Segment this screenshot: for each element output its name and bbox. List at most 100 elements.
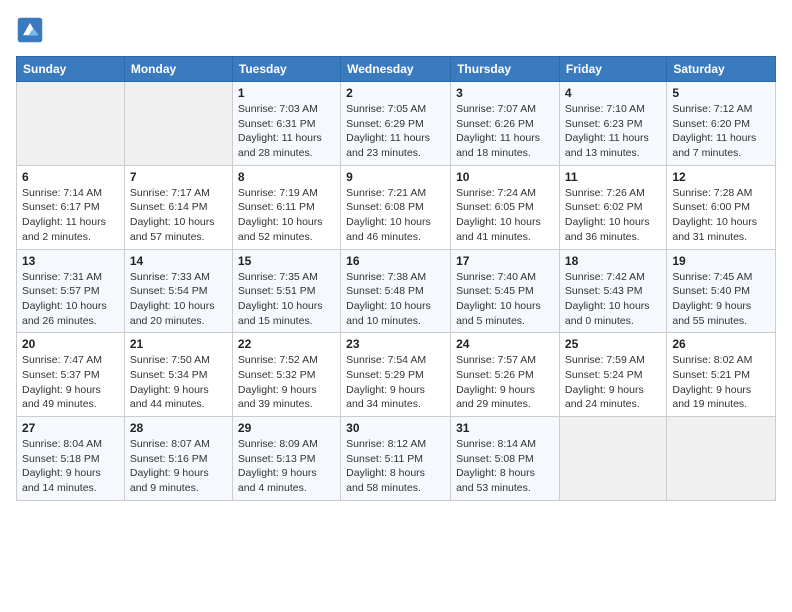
day-number: 30 [346,421,445,435]
day-number: 18 [565,254,661,268]
day-info: Sunrise: 7:54 AMSunset: 5:29 PMDaylight:… [346,353,445,412]
day-info: Sunrise: 7:59 AMSunset: 5:24 PMDaylight:… [565,353,661,412]
day-info: Sunrise: 7:38 AMSunset: 5:48 PMDaylight:… [346,270,445,329]
day-number: 14 [130,254,227,268]
day-cell: 21Sunrise: 7:50 AMSunset: 5:34 PMDayligh… [124,333,232,417]
day-number: 28 [130,421,227,435]
day-number: 31 [456,421,554,435]
day-info: Sunrise: 7:07 AMSunset: 6:26 PMDaylight:… [456,102,554,161]
day-cell: 24 Sunrise: 7:57 AMSunset: 5:26 PMDayligh… [451,333,560,417]
day-cell [124,82,232,166]
day-number: 10 [456,170,554,184]
day-cell: 28 Sunrise: 8:07 AMSunset: 5:16 PMDayligh… [124,417,232,501]
day-info: Sunrise: 7:10 AMSunset: 6:23 PMDaylight:… [565,102,661,161]
col-header-friday: Friday [559,57,666,82]
day-cell: 14 Sunrise: 7:33 AMSunset: 5:54 PMDayligh… [124,249,232,333]
day-cell [559,417,666,501]
day-cell [667,417,776,501]
week-row-1: 1 Sunrise: 7:03 AMSunset: 6:31 PMDaylight… [17,82,776,166]
day-number: 22 [238,337,335,351]
day-info: Sunrise: 8:04 AMSunset: 5:18 PMDaylight:… [22,437,119,496]
day-cell: 1 Sunrise: 7:03 AMSunset: 6:31 PMDaylight… [232,82,340,166]
day-cell: 12Sunrise: 7:28 AMSunset: 6:00 PMDayligh… [667,165,776,249]
day-cell: 19 Sunrise: 7:45 AMSunset: 5:40 PMDayligh… [667,249,776,333]
day-info: Sunrise: 7:19 AMSunset: 6:11 PMDaylight:… [238,186,335,245]
day-number: 11 [565,170,661,184]
day-number: 2 [346,86,445,100]
day-cell: 11 Sunrise: 7:26 AMSunset: 6:02 PMDayligh… [559,165,666,249]
day-cell: 10Sunrise: 7:24 AMSunset: 6:05 PMDayligh… [451,165,560,249]
calendar-body: 1 Sunrise: 7:03 AMSunset: 6:31 PMDaylight… [17,82,776,501]
day-cell: 20 Sunrise: 7:47 AMSunset: 5:37 PMDayligh… [17,333,125,417]
day-info: Sunrise: 7:40 AMSunset: 5:45 PMDaylight:… [456,270,554,329]
day-cell: 27 Sunrise: 8:04 AMSunset: 5:18 PMDayligh… [17,417,125,501]
day-info: Sunrise: 7:31 AMSunset: 5:57 PMDaylight:… [22,270,119,329]
col-header-saturday: Saturday [667,57,776,82]
day-info: Sunrise: 7:14 AMSunset: 6:17 PMDaylight:… [22,186,119,245]
col-header-monday: Monday [124,57,232,82]
day-number: 17 [456,254,554,268]
day-info: Sunrise: 7:52 AMSunset: 5:32 PMDaylight:… [238,353,335,412]
day-info: Sunrise: 7:17 AMSunset: 6:14 PMDaylight:… [130,186,227,245]
day-info: Sunrise: 8:07 AMSunset: 5:16 PMDaylight:… [130,437,227,496]
day-number: 16 [346,254,445,268]
week-row-5: 27 Sunrise: 8:04 AMSunset: 5:18 PMDayligh… [17,417,776,501]
day-info: Sunrise: 7:26 AMSunset: 6:02 PMDaylight:… [565,186,661,245]
day-info: Sunrise: 7:03 AMSunset: 6:31 PMDaylight:… [238,102,335,161]
day-info: Sunrise: 7:12 AMSunset: 6:20 PMDaylight:… [672,102,770,161]
day-number: 13 [22,254,119,268]
col-header-tuesday: Tuesday [232,57,340,82]
day-number: 7 [130,170,227,184]
day-info: Sunrise: 7:50 AMSunset: 5:34 PMDaylight:… [130,353,227,412]
day-cell: 8 Sunrise: 7:19 AMSunset: 6:11 PMDaylight… [232,165,340,249]
day-number: 3 [456,86,554,100]
day-info: Sunrise: 7:45 AMSunset: 5:40 PMDaylight:… [672,270,770,329]
day-number: 4 [565,86,661,100]
calendar-header: SundayMondayTuesdayWednesdayThursdayFrid… [17,57,776,82]
calendar-table: SundayMondayTuesdayWednesdayThursdayFrid… [16,56,776,501]
day-number: 23 [346,337,445,351]
col-header-wednesday: Wednesday [341,57,451,82]
day-info: Sunrise: 7:42 AMSunset: 5:43 PMDaylight:… [565,270,661,329]
day-number: 6 [22,170,119,184]
day-cell: 5 Sunrise: 7:12 AMSunset: 6:20 PMDaylight… [667,82,776,166]
week-row-3: 13 Sunrise: 7:31 AMSunset: 5:57 PMDayligh… [17,249,776,333]
day-number: 24 [456,337,554,351]
day-info: Sunrise: 7:35 AMSunset: 5:51 PMDaylight:… [238,270,335,329]
day-cell: 4 Sunrise: 7:10 AMSunset: 6:23 PMDaylight… [559,82,666,166]
day-number: 20 [22,337,119,351]
day-cell: 7 Sunrise: 7:17 AMSunset: 6:14 PMDaylight… [124,165,232,249]
logo [16,16,48,44]
day-info: Sunrise: 8:09 AMSunset: 5:13 PMDaylight:… [238,437,335,496]
day-cell: 23 Sunrise: 7:54 AMSunset: 5:29 PMDayligh… [341,333,451,417]
day-number: 1 [238,86,335,100]
day-cell [17,82,125,166]
day-cell: 29 Sunrise: 8:09 AMSunset: 5:13 PMDayligh… [232,417,340,501]
week-row-4: 20 Sunrise: 7:47 AMSunset: 5:37 PMDayligh… [17,333,776,417]
day-number: 27 [22,421,119,435]
day-info: Sunrise: 7:47 AMSunset: 5:37 PMDaylight:… [22,353,119,412]
logo-icon [16,16,44,44]
day-number: 9 [346,170,445,184]
day-number: 19 [672,254,770,268]
day-number: 29 [238,421,335,435]
day-info: Sunrise: 8:12 AMSunset: 5:11 PMDaylight:… [346,437,445,496]
page-header [16,16,776,44]
day-cell: 25Sunrise: 7:59 AMSunset: 5:24 PMDayligh… [559,333,666,417]
day-number: 5 [672,86,770,100]
week-row-2: 6 Sunrise: 7:14 AMSunset: 6:17 PMDaylight… [17,165,776,249]
day-cell: 30 Sunrise: 8:12 AMSunset: 5:11 PMDayligh… [341,417,451,501]
day-cell: 15 Sunrise: 7:35 AMSunset: 5:51 PMDayligh… [232,249,340,333]
day-cell: 26Sunrise: 8:02 AMSunset: 5:21 PMDayligh… [667,333,776,417]
day-cell: 16 Sunrise: 7:38 AMSunset: 5:48 PMDayligh… [341,249,451,333]
day-info: Sunrise: 7:33 AMSunset: 5:54 PMDaylight:… [130,270,227,329]
day-number: 15 [238,254,335,268]
col-header-sunday: Sunday [17,57,125,82]
day-info: Sunrise: 7:05 AMSunset: 6:29 PMDaylight:… [346,102,445,161]
day-number: 8 [238,170,335,184]
day-info: Sunrise: 8:14 AMSunset: 5:08 PMDaylight:… [456,437,554,496]
day-cell: 22 Sunrise: 7:52 AMSunset: 5:32 PMDayligh… [232,333,340,417]
day-cell: 13 Sunrise: 7:31 AMSunset: 5:57 PMDayligh… [17,249,125,333]
day-cell: 31 Sunrise: 8:14 AMSunset: 5:08 PMDayligh… [451,417,560,501]
day-info: Sunrise: 7:57 AMSunset: 5:26 PMDaylight:… [456,353,554,412]
